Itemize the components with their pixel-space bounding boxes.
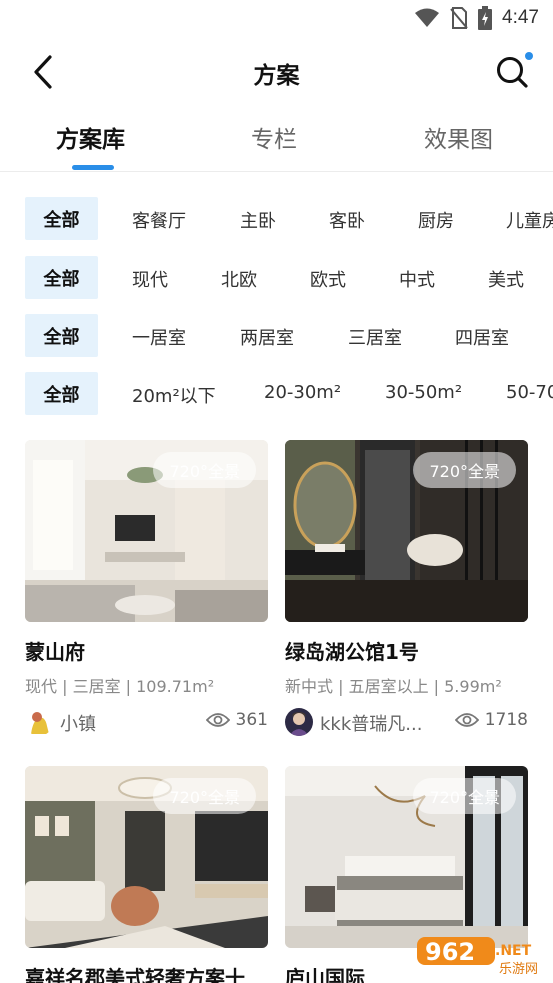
eye-icon — [454, 713, 479, 727]
view-count-value: 361 — [235, 710, 268, 730]
filter-area-option[interactable]: 20-30m² — [264, 382, 341, 403]
filter-style-option[interactable]: 北欧 — [221, 266, 257, 292]
filter-room-option[interactable]: 厨房 — [418, 207, 454, 233]
filter-area-option[interactable]: 20m²以下 — [132, 382, 216, 408]
panorama-badge: 720°全景 — [413, 778, 516, 814]
status-icons: 4:47 — [414, 6, 539, 30]
filter-style-option[interactable]: 美式 — [488, 266, 524, 292]
card-footer: kkk普瑞凡... 1718 — [285, 707, 528, 737]
eye-icon — [205, 713, 230, 727]
filter-room-option[interactable]: 儿童房 — [506, 207, 553, 233]
watermark-sub: 乐游网 — [499, 962, 538, 977]
notification-dot — [525, 52, 533, 60]
filter-room-all[interactable]: 全部 — [25, 197, 98, 240]
panorama-badge: 720°全景 — [153, 778, 256, 814]
scheme-card[interactable]: 720°全景 蒙山府 现代 | 三居室 | 109.71m² 小镇 361 — [25, 440, 268, 737]
card-meta: 新中式 | 五居室以上 | 5.99m² — [285, 677, 502, 696]
battery-charging-icon — [478, 6, 493, 30]
tab-column[interactable]: 专栏 — [251, 120, 297, 154]
no-sim-icon — [450, 7, 468, 29]
header: 方案 — [0, 38, 553, 106]
card-image[interactable]: 720°全景 — [25, 766, 268, 948]
filter-row-area: 全部 20m²以下 20-30m² 30-50m² 50-70m² — [0, 372, 553, 416]
filter-area-option[interactable]: 30-50m² — [385, 382, 462, 403]
card-image[interactable]: 720°全景 — [285, 766, 528, 948]
filter-layout-all[interactable]: 全部 — [25, 314, 98, 357]
card-title[interactable]: 绿岛湖公馆1号 — [285, 636, 528, 665]
card-image[interactable]: 720°全景 — [25, 440, 268, 622]
author-name[interactable]: kkk普瑞凡... — [320, 710, 422, 736]
filter-layout-option[interactable]: 三居室 — [348, 324, 402, 350]
tab-indicator — [72, 165, 114, 170]
tab-renderings[interactable]: 效果图 — [424, 120, 493, 154]
filter-area-option[interactable]: 50-70m² — [506, 382, 553, 403]
card-footer: 小镇 361 — [25, 707, 268, 737]
scheme-card[interactable]: 720°全景 嘉祥名郡美式轻奢方案十 — [25, 766, 268, 983]
watermark-logo: 962 .NET 乐游网 — [415, 933, 545, 979]
avatar[interactable] — [25, 708, 53, 736]
card-title[interactable]: 蒙山府 — [25, 636, 268, 665]
page-title: 方案 — [253, 63, 300, 89]
view-count: 361 — [205, 710, 268, 730]
card-meta: 现代 | 三居室 | 109.71m² — [25, 677, 215, 696]
avatar[interactable] — [285, 708, 313, 736]
card-image[interactable]: 720°全景 — [285, 440, 528, 622]
filter-layout-option[interactable]: 四居室 — [455, 324, 509, 350]
status-time: 4:47 — [502, 7, 539, 28]
watermark-graphic: 962 .NET 乐游网 — [417, 937, 538, 977]
filter-room-option[interactable]: 客卧 — [329, 207, 365, 233]
filter-row-room: 全部 客餐厅 主卧 客卧 厨房 儿童房 — [0, 197, 553, 241]
wifi-icon — [415, 8, 440, 27]
filter-room-option[interactable]: 客餐厅 — [132, 207, 186, 233]
tab-bar: 方案库 专栏 效果图 — [0, 106, 553, 172]
panorama-badge: 720°全景 — [413, 452, 516, 488]
filter-room-option[interactable]: 主卧 — [240, 207, 276, 233]
view-count: 1718 — [454, 710, 528, 730]
filter-area-all[interactable]: 全部 — [25, 372, 98, 415]
watermark-number: 962 — [425, 938, 475, 966]
tab-scheme-library[interactable]: 方案库 — [56, 120, 125, 154]
avatar-image — [25, 708, 53, 736]
filter-style-option[interactable]: 欧式 — [310, 266, 346, 292]
avatar-image — [285, 708, 313, 736]
filter-style-option[interactable]: 现代 — [132, 266, 168, 292]
card-title[interactable]: 嘉祥名郡美式轻奢方案十 — [25, 962, 268, 983]
filter-layout-option[interactable]: 两居室 — [240, 324, 294, 350]
filter-row-layout: 全部 一居室 两居室 三居室 四居室 — [0, 314, 553, 358]
filter-style-option[interactable]: 中式 — [399, 266, 435, 292]
search-button[interactable] — [493, 50, 533, 90]
watermark-suffix: .NET — [495, 943, 532, 959]
panorama-badge: 720°全景 — [153, 452, 256, 488]
author-name[interactable]: 小镇 — [60, 710, 96, 736]
filter-layout-option[interactable]: 一居室 — [132, 324, 186, 350]
scheme-card[interactable]: 720°全景 绿岛湖公馆1号 新中式 | 五居室以上 | 5.99m² kkk普… — [285, 440, 528, 737]
view-count-value: 1718 — [484, 710, 528, 730]
status-bar: 4:47 — [0, 0, 553, 38]
filter-row-style: 全部 现代 北欧 欧式 中式 美式 — [0, 256, 553, 300]
filter-style-all[interactable]: 全部 — [25, 256, 98, 299]
